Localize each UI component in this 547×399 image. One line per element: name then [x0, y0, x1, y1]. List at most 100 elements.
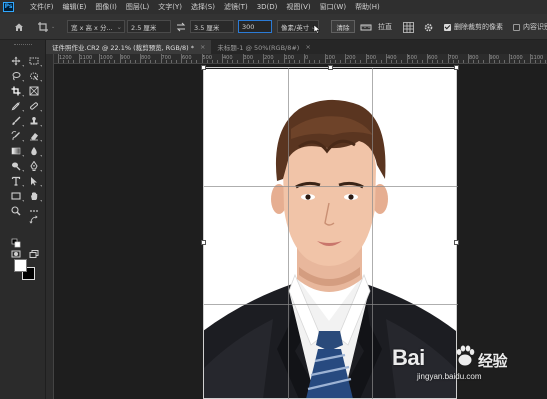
- home-icon[interactable]: [14, 20, 24, 34]
- ruler-tick: [283, 54, 285, 63]
- foreground-color-swatch[interactable]: [14, 259, 27, 272]
- frame-icon[interactable]: [27, 84, 41, 98]
- ruler-tick: [73, 60, 75, 63]
- ruler-tick: [165, 60, 167, 63]
- ruler-tick: [119, 54, 121, 63]
- healing-icon[interactable]: [27, 99, 42, 113]
- marquee-icon[interactable]: [27, 54, 42, 68]
- ruler-tick: [191, 60, 193, 63]
- ruler-tick: [196, 60, 198, 63]
- menu-filter[interactable]: 滤镜(T): [224, 2, 248, 12]
- ruler-tick: [529, 54, 531, 63]
- vertical-ruler[interactable]: [46, 54, 54, 399]
- ruler-tick: [447, 54, 449, 63]
- height-field[interactable]: 3.5 厘米: [190, 20, 234, 33]
- blur-icon[interactable]: [27, 144, 42, 158]
- ruler-tick: [509, 54, 510, 63]
- tab-label: 证件照作业.CR2 @ 22.1% (裁剪预览, RGB/8) *: [52, 44, 194, 52]
- ruler-tick: [145, 60, 147, 63]
- resolution-field[interactable]: 300: [238, 20, 272, 33]
- width-field[interactable]: 2.5 厘米: [127, 20, 171, 33]
- menu-image[interactable]: 图像(I): [95, 2, 117, 12]
- ruler-tick: [237, 60, 239, 63]
- ruler-tick: [206, 60, 208, 63]
- ruler-tick: [257, 60, 259, 63]
- menu-view[interactable]: 视图(V): [286, 2, 310, 12]
- menu-3d[interactable]: 3D(D): [257, 3, 278, 11]
- ruler-tick: [442, 60, 444, 63]
- crop-options-gear-icon[interactable]: [423, 20, 434, 34]
- ruler-tick: [324, 54, 326, 63]
- dodge-icon[interactable]: [9, 159, 24, 173]
- content-aware-check[interactable]: [513, 23, 520, 31]
- pen-icon[interactable]: [27, 159, 42, 173]
- menu-edit[interactable]: 编辑(E): [63, 2, 87, 12]
- ruler-tick: [93, 60, 95, 63]
- menu-file[interactable]: 文件(F): [30, 2, 54, 12]
- ruler-tick: [421, 60, 423, 63]
- menu-help[interactable]: 帮助(H): [355, 2, 380, 12]
- menu-window[interactable]: 窗口(W): [320, 2, 346, 12]
- crop-icon[interactable]: [9, 84, 24, 98]
- ruler-tick: [140, 54, 141, 63]
- eraser-icon[interactable]: [27, 129, 42, 143]
- rectangle-icon[interactable]: [9, 189, 24, 203]
- horizontal-ruler[interactable]: 1200 1100 1000 900 800 700 600 500 400 300 200 100 0…: [54, 54, 547, 64]
- menu-layer[interactable]: 图层(L): [126, 2, 149, 12]
- hand-icon[interactable]: [27, 189, 42, 203]
- ruler-tick: [242, 54, 244, 63]
- move-icon[interactable]: [9, 54, 24, 68]
- ruler-tick: [227, 60, 229, 63]
- swap-dimensions-icon[interactable]: [176, 20, 186, 34]
- stamp-icon[interactable]: [27, 114, 42, 128]
- menu-select[interactable]: 选择(S): [191, 2, 215, 12]
- photoshop-logo[interactable]: Ps: [3, 2, 14, 12]
- path-select-icon[interactable]: [27, 174, 42, 188]
- delete-cropped-checkbox[interactable]: 删除裁剪的像素: [444, 20, 503, 34]
- close-tab-icon[interactable]: ×: [200, 43, 205, 51]
- ruler-tick: [211, 60, 213, 63]
- ruler-tick: [304, 54, 305, 63]
- delete-cropped-check[interactable]: [444, 23, 451, 31]
- ruler-tick: [350, 60, 352, 63]
- crop-tool-preset-icon[interactable]: ⌄: [37, 20, 55, 34]
- menu-bar: Ps 文件(F) 编辑(E) 图像(I) 图层(L) 文字(Y) 选择(S) 滤…: [0, 0, 547, 14]
- type-icon[interactable]: [9, 174, 24, 188]
- watermark-brand: Bai: [392, 345, 425, 370]
- brush-icon[interactable]: [9, 114, 24, 128]
- ruler-tick: [58, 54, 59, 63]
- tools-panel: [0, 40, 46, 399]
- tab-document-2[interactable]: 未标题-1 @ 50%(RGB/8#) ×: [211, 40, 316, 54]
- swap-colors-icon[interactable]: [29, 215, 39, 225]
- ruler-tick: [396, 60, 398, 63]
- panel-grip[interactable]: [14, 44, 32, 47]
- eyedropper-icon[interactable]: [9, 99, 24, 113]
- menu-type[interactable]: 文字(Y): [158, 2, 182, 12]
- screen-mode-icon[interactable]: [27, 247, 41, 261]
- ruler-tick: [263, 54, 264, 63]
- tab-document-1[interactable]: 证件照作业.CR2 @ 22.1% (裁剪预览, RGB/8) * ×: [46, 40, 212, 54]
- close-tab-icon[interactable]: ×: [305, 43, 310, 51]
- clear-button[interactable]: 清除: [331, 20, 355, 33]
- quick-select-icon[interactable]: [27, 69, 42, 83]
- ruler-tick: [452, 60, 454, 63]
- overlay-grid-icon[interactable]: [403, 20, 414, 34]
- ruler-tick: [488, 54, 490, 63]
- history-brush-icon[interactable]: [9, 129, 24, 143]
- straighten-label[interactable]: 拉直: [378, 20, 392, 34]
- ruler-tick: [83, 60, 85, 63]
- ruler-tick: [380, 60, 382, 63]
- content-aware-checkbox[interactable]: 内容识别: [513, 20, 547, 34]
- ruler-tick: [339, 60, 341, 63]
- zoom-icon[interactable]: [9, 204, 23, 218]
- lasso-icon[interactable]: [9, 69, 24, 83]
- ruler-tick: [175, 60, 177, 63]
- crop-ratio-select[interactable]: 宽 x 高 x 分... ⌄: [67, 20, 125, 33]
- ruler-tick: [109, 60, 111, 63]
- ruler-label: 1000: [510, 55, 523, 61]
- ruler-tick: [201, 54, 203, 63]
- straighten-icon[interactable]: [360, 20, 372, 34]
- ruler-tick: [345, 54, 346, 63]
- ruler-tick: [298, 60, 300, 63]
- gradient-icon[interactable]: [9, 144, 24, 158]
